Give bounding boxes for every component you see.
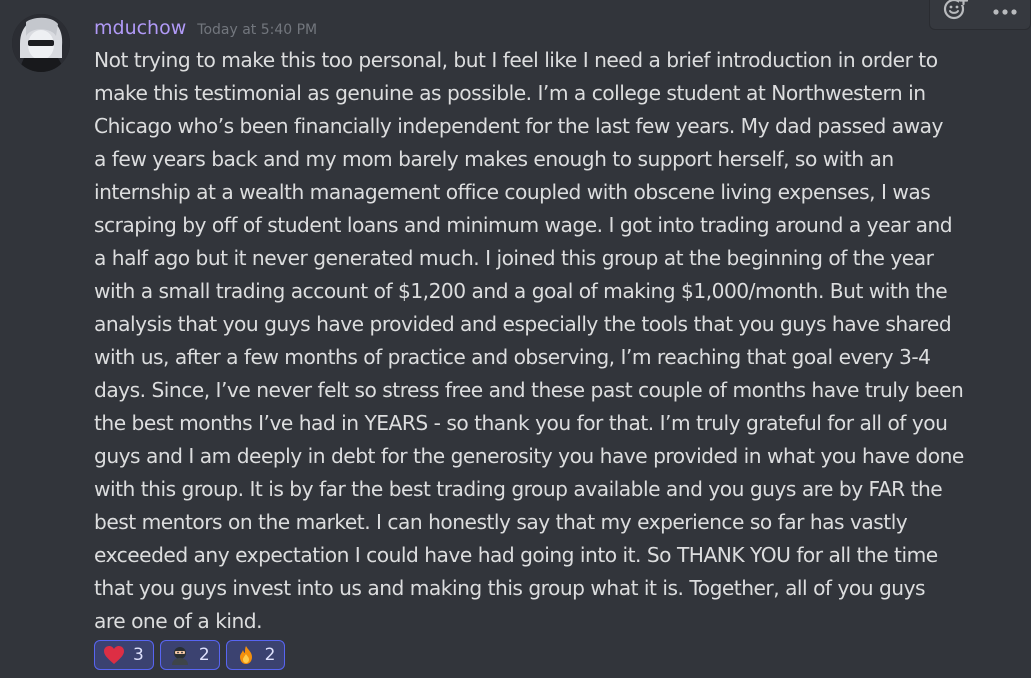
message-line: make this testimonial as genuine as poss… xyxy=(94,81,926,105)
message-line: best mentors on the market. I can honest… xyxy=(94,510,908,534)
message-line: that you guys invest into us and making … xyxy=(94,576,926,600)
more-options-button[interactable] xyxy=(988,0,1022,27)
avatar[interactable] xyxy=(12,14,70,72)
message-line: a half ago but it never generated much. … xyxy=(94,246,934,270)
reaction-ninja[interactable]: 2 xyxy=(159,640,220,670)
message-line: exceeded any expectation I could have ha… xyxy=(94,543,938,567)
message-line: the best months I’ve had in YEARS - so t… xyxy=(94,411,948,435)
message-line: Not trying to make this too personal, bu… xyxy=(94,48,938,72)
heart-icon xyxy=(103,644,125,666)
message-line: analysis that you guys have provided and… xyxy=(94,312,952,336)
more-options-icon xyxy=(992,1,1018,20)
reaction-fire[interactable]: 2 xyxy=(225,640,286,670)
reactions-bar: 3 2 2 xyxy=(94,640,286,670)
chat-message: mduchow Today at 5:40 PM Not trying to m… xyxy=(0,0,1031,678)
fire-icon xyxy=(235,644,257,666)
message-line: days. Since, I’ve never felt so stress f… xyxy=(94,378,964,402)
reaction-count: 3 xyxy=(133,645,144,665)
timestamp[interactable]: Today at 5:40 PM xyxy=(197,22,317,38)
message-line: scraping by off of student loans and min… xyxy=(94,213,953,237)
message-line: a few years back and my mom barely makes… xyxy=(94,147,894,171)
message-line: are one of a kind. xyxy=(94,609,263,633)
reaction-count: 2 xyxy=(198,645,210,665)
message-line: guys and I am deeply in debt for the gen… xyxy=(94,444,964,468)
username[interactable]: mduchow xyxy=(94,17,186,39)
message-line: Chicago who’s been financially independe… xyxy=(94,114,943,138)
add-reaction-button[interactable] xyxy=(938,0,972,27)
reaction-heart[interactable]: 3 xyxy=(94,640,154,670)
message-line: with this group. It is by far the best t… xyxy=(94,477,943,501)
add-reaction-icon xyxy=(942,0,969,25)
message-content: Not trying to make this too personal, bu… xyxy=(94,44,994,638)
message-line: with a small trading account of $1,200 a… xyxy=(94,279,948,303)
message-line: with us, after a few months of practice … xyxy=(94,345,931,369)
message-toolbar xyxy=(929,0,1031,30)
ninja-icon xyxy=(169,644,191,666)
message-header: mduchow Today at 5:40 PM xyxy=(94,17,317,43)
reaction-count: 2 xyxy=(264,645,276,665)
message-line: internship at a wealth management office… xyxy=(94,180,931,204)
